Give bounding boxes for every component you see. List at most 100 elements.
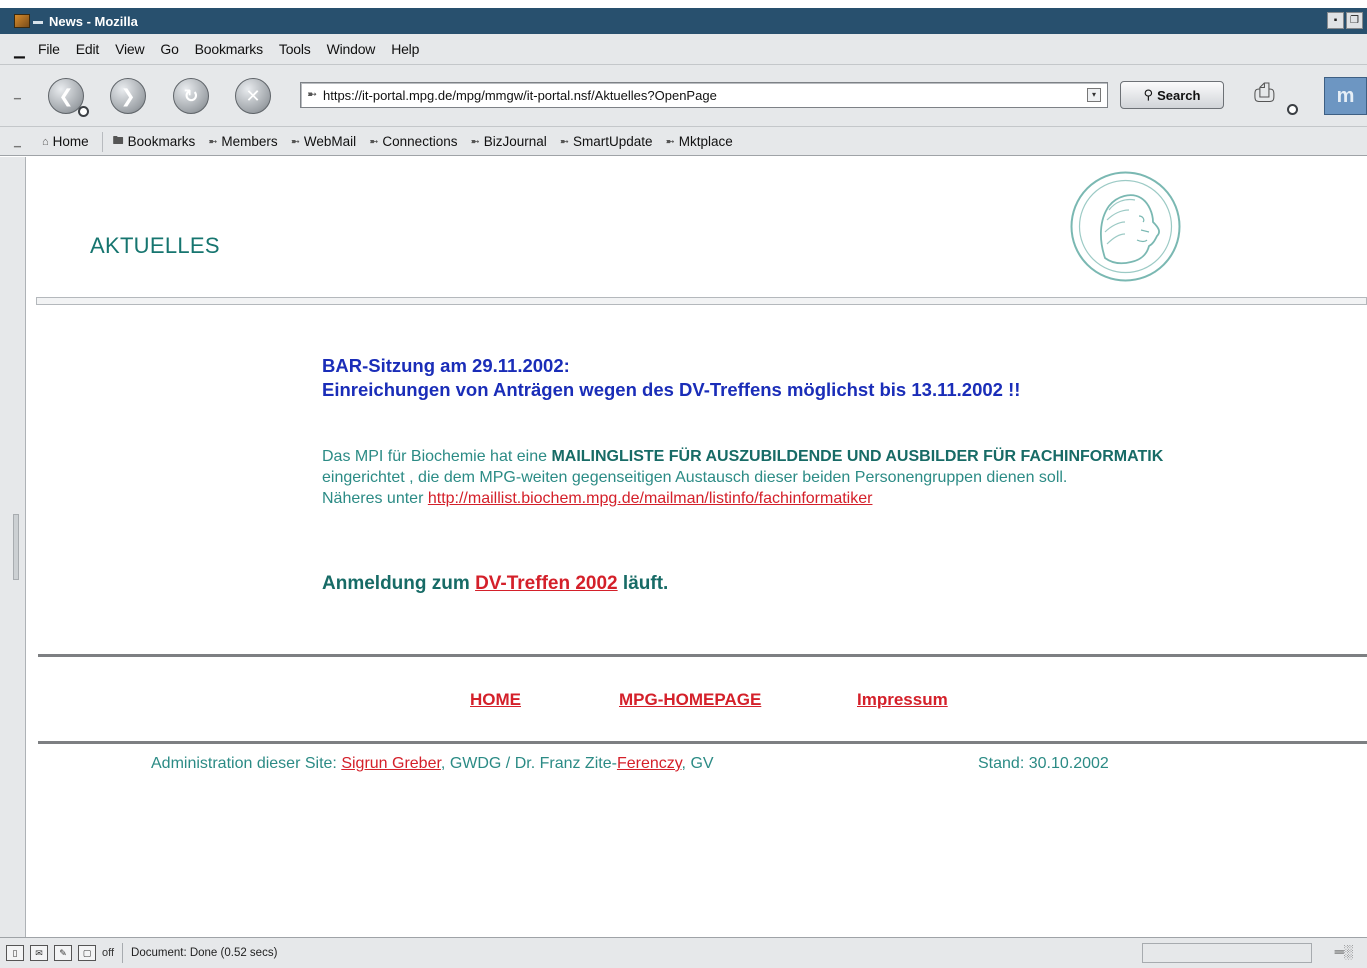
footer-impressum-link[interactable]: Impressum: [857, 690, 948, 710]
personal-bizjournal-label: BizJournal: [483, 134, 547, 149]
admin-link-greber[interactable]: Sigrun Greber: [341, 755, 441, 772]
print-icon[interactable]: ⎙: [1254, 77, 1298, 115]
menu-tools[interactable]: Tools: [279, 41, 311, 57]
window-menu-icon[interactable]: ▬: [33, 16, 43, 27]
maximize-icon[interactable]: ❐: [1346, 12, 1363, 29]
mozilla-logo-icon[interactable]: m: [1324, 77, 1367, 115]
composer-icon[interactable]: ✎: [54, 945, 72, 961]
menu-help[interactable]: Help: [391, 41, 419, 57]
page-proxy-icon[interactable]: ➼: [307, 87, 317, 101]
toolbar-grip-icon[interactable]: ▁: [14, 137, 22, 148]
anmeldung-suffix: läuft.: [617, 573, 669, 594]
toolbar-grip-icon[interactable]: ▁: [14, 89, 22, 100]
personal-bizjournal[interactable]: ➼ BizJournal: [470, 134, 546, 149]
content-divider: [38, 654, 1367, 657]
forward-button[interactable]: ❯: [110, 78, 146, 114]
personal-home[interactable]: ⌂ Home: [42, 134, 89, 149]
mail-icon[interactable]: ✉: [30, 945, 48, 961]
mailing-rest: eingerichtet , die dem MPG-weiten gegens…: [322, 469, 1068, 486]
admin-suffix: , GV: [681, 755, 714, 772]
url-history-dropdown-icon[interactable]: ▾: [1087, 88, 1101, 102]
personal-bookmarks-label: Bookmarks: [127, 134, 196, 149]
search-button[interactable]: ⚲ Search: [1120, 81, 1224, 109]
mailing-list-link[interactable]: http://maillist.biochem.mpg.de/mailman/l…: [428, 490, 873, 507]
status-separator: [122, 943, 124, 963]
navigator-icon[interactable]: ▯: [6, 945, 24, 961]
footer-divider: [38, 741, 1367, 744]
menu-file[interactable]: File: [38, 41, 60, 57]
personal-bookmarks[interactable]: 🖿 Bookmarks: [113, 132, 196, 151]
news-headline-line-1: BAR-Sitzung am 29.11.2002:: [322, 355, 570, 376]
registration-notice: Anmeldung zum DV-Treffen 2002 läuft.: [322, 573, 668, 595]
folder-icon: 🖿: [112, 135, 124, 147]
personal-smartupdate[interactable]: ➼ SmartUpdate: [560, 134, 653, 149]
menu-edit[interactable]: Edit: [76, 41, 100, 57]
bookmark-icon: ➼: [290, 136, 300, 148]
bookmark-icon: ➼: [208, 136, 218, 148]
last-updated: Stand: 30.10.2002: [978, 755, 1109, 772]
security-lock-icon[interactable]: ═░: [1335, 944, 1353, 959]
search-icon: ⚲: [1143, 87, 1154, 102]
forward-arrow-icon: ❯: [120, 86, 136, 106]
navigation-toolbar: ▁ ❮ ❯ ↻ ✕ ➼ ▾ ⚲ Search ⎙ m: [0, 64, 1367, 126]
url-input[interactable]: [323, 86, 1083, 104]
footer-mpg-homepage-link[interactable]: MPG-HOMEPAGE: [619, 690, 761, 710]
personal-webmail-label: WebMail: [303, 134, 357, 149]
menu-go[interactable]: Go: [160, 41, 178, 57]
menu-bar: ▁ File Edit View Go Bookmarks Tools Wind…: [0, 34, 1367, 64]
toolbar-separator: [101, 131, 103, 152]
dv-treffen-link[interactable]: DV-Treffen 2002: [475, 573, 618, 594]
personal-webmail[interactable]: ➼ WebMail: [291, 134, 357, 149]
search-button-label: Search: [1157, 87, 1201, 103]
menu-bookmarks[interactable]: Bookmarks: [195, 41, 263, 57]
personal-connections[interactable]: ➼ Connections: [369, 134, 457, 149]
window-controls: ▪ ❐: [1327, 12, 1363, 29]
url-bar[interactable]: ➼ ▾: [300, 82, 1108, 108]
status-bar: ▯ ✉ ✎ ▢ off Document: Done (0.52 secs) ═…: [0, 937, 1367, 968]
anmeldung-prefix: Anmeldung zum: [322, 573, 476, 594]
mailing-strong: MAILINGLISTE FÜR AUSZUBILDENDE UND AUSBI…: [551, 448, 1164, 465]
page-content: AKTUELLES BAR-Sitzung am 29.11.2002: Ein…: [27, 157, 1367, 937]
personal-members-label: Members: [221, 134, 278, 149]
admin-prefix: Administration dieser Site:: [151, 755, 342, 772]
bookmark-icon: ➼: [665, 136, 675, 148]
personal-mktplace-label: Mktplace: [678, 134, 733, 149]
address-book-icon[interactable]: ▢: [78, 945, 96, 961]
personal-mktplace[interactable]: ➼ Mktplace: [665, 134, 732, 149]
minerva-logo-icon: [1070, 171, 1181, 282]
mailing-more: Näheres unter: [322, 490, 428, 507]
bookmark-icon: ➼: [559, 136, 569, 148]
page-title: AKTUELLES: [90, 233, 220, 258]
menu-window[interactable]: Window: [327, 41, 376, 57]
sidebar-grippy[interactable]: [13, 514, 19, 580]
dropdown-dot-icon[interactable]: [1287, 104, 1298, 115]
news-headline-line-2: Einreichungen von Anträgen wegen des DV-…: [322, 379, 1021, 400]
admin-link-ferenczy[interactable]: Ferenczy: [617, 755, 682, 772]
minimize-icon[interactable]: ▪: [1327, 12, 1344, 29]
stop-icon: ✕: [245, 86, 261, 106]
back-button[interactable]: ❮: [48, 78, 89, 117]
dropdown-dot-icon[interactable]: [78, 106, 89, 117]
stop-button[interactable]: ✕: [235, 78, 271, 114]
personal-connections-label: Connections: [382, 134, 458, 149]
browser-chrome: ▁ File Edit View Go Bookmarks Tools Wind…: [0, 34, 1367, 156]
mozilla-app-icon[interactable]: [14, 14, 30, 28]
offline-indicator[interactable]: off: [102, 947, 114, 959]
footer-home-link[interactable]: HOME: [470, 690, 521, 710]
personal-smartupdate-label: SmartUpdate: [572, 134, 653, 149]
news-headline: BAR-Sitzung am 29.11.2002: Einreichungen…: [322, 354, 1020, 402]
mailing-intro: Das MPI für Biochemie hat eine: [322, 448, 552, 465]
menu-view[interactable]: View: [115, 41, 144, 57]
personal-members[interactable]: ➼ Members: [208, 134, 277, 149]
site-admin-info: Administration dieser Site: Sigrun Grebe…: [151, 755, 714, 773]
admin-mid: , GWDG / Dr. Franz Zite-: [440, 755, 617, 772]
window-titlebar: ▬ News - Mozilla ▪ ❐: [0, 0, 1367, 34]
home-icon: ⌂: [42, 135, 49, 148]
bookmark-icon: ➼: [470, 136, 480, 148]
reload-button[interactable]: ↻: [173, 78, 209, 114]
window-title: News - Mozilla: [49, 13, 138, 29]
header-divider: [36, 297, 1367, 305]
sidebar-splitter[interactable]: [0, 157, 26, 937]
personal-home-label: Home: [52, 134, 89, 149]
toolbar-grip-icon[interactable]: ▁: [14, 42, 25, 59]
